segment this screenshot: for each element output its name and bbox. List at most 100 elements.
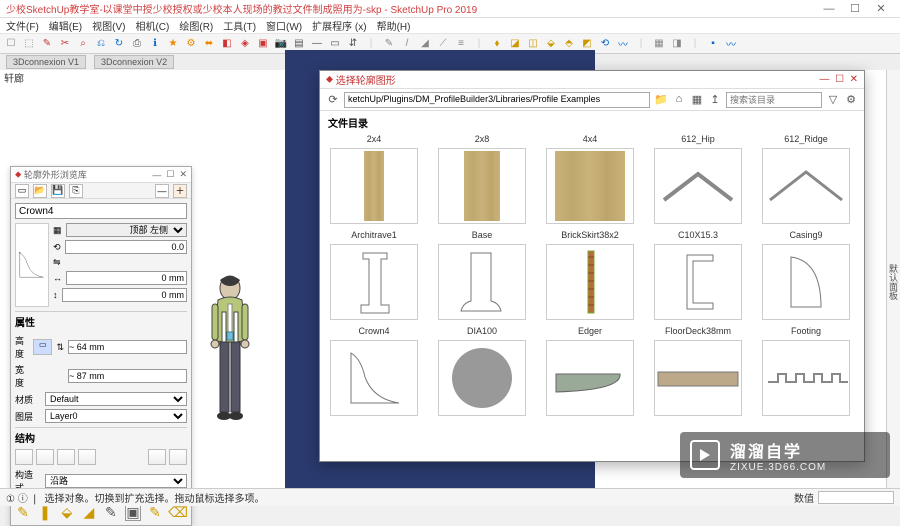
tool-5[interactable]: ⎌ [94, 37, 108, 51]
tool-8[interactable]: ℹ [148, 37, 162, 51]
status-icons[interactable]: ① ⓘ ❘ [6, 490, 39, 505]
item-base[interactable] [438, 244, 526, 320]
home-icon[interactable]: ⌂ [672, 93, 686, 107]
item-c10x153[interactable] [654, 244, 742, 320]
window-close-button[interactable]: ✕ [868, 2, 894, 15]
item-2x4[interactable] [330, 148, 418, 224]
tool-36[interactable]: ▦ [652, 37, 666, 51]
refresh-icon[interactable]: ⟳ [326, 93, 340, 107]
profile-name-input[interactable] [15, 203, 187, 219]
menu-file[interactable]: 文件(F) [6, 18, 39, 33]
line-icon[interactable]: / [400, 37, 414, 51]
pd-del[interactable]: — [155, 184, 169, 198]
tool-23[interactable]: ◢ [418, 37, 432, 51]
filter-icon[interactable]: ▽ [826, 93, 840, 107]
tool-3[interactable]: ✂ [58, 37, 72, 51]
camera-icon[interactable]: 📷 [274, 37, 288, 51]
tool-37[interactable]: ◨ [670, 37, 684, 51]
ld-min-icon[interactable]: — [820, 74, 830, 85]
item-4x4[interactable] [546, 148, 634, 224]
s6[interactable] [169, 449, 187, 465]
item-casing9[interactable] [762, 244, 850, 320]
menu-draw[interactable]: 绘图(R) [179, 18, 213, 33]
item-footing[interactable] [762, 340, 850, 416]
pd-add[interactable]: ＋ [173, 184, 187, 198]
pencil-icon[interactable]: ✎ [382, 37, 396, 51]
tab-3dconn-2[interactable]: 3Dconnexion V2 [94, 55, 174, 69]
tool-40[interactable]: 〰 [724, 37, 738, 51]
gear-icon[interactable]: ⚙ [844, 93, 858, 107]
item-brickskirt[interactable] [546, 244, 634, 320]
profile-dialog-title[interactable]: ⬥ 轮廓外形浏览库 — ☐ ✕ [11, 167, 191, 183]
grid-icon[interactable]: ▦ [690, 93, 704, 107]
menu-tools[interactable]: 工具(T) [223, 18, 256, 33]
tool-32[interactable]: ◩ [580, 37, 594, 51]
tool-31[interactable]: ⬘ [562, 37, 576, 51]
offx-input[interactable] [66, 271, 187, 285]
menu-window[interactable]: 窗口(W) [266, 18, 302, 33]
tool-0[interactable]: ☐ [4, 37, 18, 51]
tool-30[interactable]: ⬙ [544, 37, 558, 51]
s5[interactable] [148, 449, 166, 465]
layer-select[interactable]: Layer0 [45, 409, 187, 423]
tool-18[interactable]: ▭ [328, 37, 342, 51]
w-input[interactable] [68, 369, 187, 383]
tool-13[interactable]: ◈ [238, 37, 252, 51]
pd-new[interactable]: ▭ [15, 184, 29, 198]
up-icon[interactable]: ↥ [708, 93, 722, 107]
menu-extensions[interactable]: 扩展程序 (x) [312, 18, 366, 33]
h-input[interactable] [68, 340, 187, 354]
item-dia100[interactable] [438, 340, 526, 416]
material-select[interactable]: Default [45, 392, 187, 406]
item-612hip[interactable] [654, 148, 742, 224]
measure-field[interactable] [818, 491, 894, 504]
tool-17[interactable]: — [310, 37, 324, 51]
hbtn[interactable]: ▭ [33, 339, 52, 355]
tool-29[interactable]: ◫ [526, 37, 540, 51]
pd-save[interactable]: 💾 [51, 184, 65, 198]
search-input[interactable] [726, 92, 822, 108]
library-title[interactable]: ⬥ 选择轮廓图形 — ☐ ✕ [320, 71, 864, 89]
rot-input[interactable] [65, 240, 187, 254]
window-max-button[interactable]: ☐ [842, 2, 868, 15]
link-icon[interactable]: ⇅ [56, 342, 64, 353]
placement-select[interactable]: 顶部 左侧 [66, 223, 187, 237]
s1[interactable] [15, 449, 33, 465]
item-612ridge[interactable] [762, 148, 850, 224]
tool-9[interactable]: ★ [166, 37, 180, 51]
s3[interactable] [57, 449, 75, 465]
tool-33[interactable]: ⟲ [598, 37, 612, 51]
folder-icon[interactable]: 📁 [654, 93, 668, 107]
s4[interactable] [78, 449, 96, 465]
tool-1[interactable]: ⬚ [22, 37, 36, 51]
pd-saveas[interactable]: ⎘ [69, 184, 83, 198]
tool-27[interactable]: ⬧ [490, 37, 504, 51]
tool-12[interactable]: ◧ [220, 37, 234, 51]
tool-14[interactable]: ▣ [256, 37, 270, 51]
pd-open[interactable]: 📂 [33, 184, 47, 198]
item-floordeck[interactable] [654, 340, 742, 416]
tool-7[interactable]: ⎙ [130, 37, 144, 51]
mode-select[interactable]: 沿路 [45, 474, 187, 488]
item-2x8[interactable] [438, 148, 526, 224]
tool-39[interactable]: ▪ [706, 37, 720, 51]
item-edger[interactable] [546, 340, 634, 416]
s2[interactable] [36, 449, 54, 465]
offy-input[interactable] [62, 288, 188, 302]
tool-11[interactable]: ⬌ [202, 37, 216, 51]
menu-camera[interactable]: 相机(C) [135, 18, 169, 33]
tool-10[interactable]: ⚙ [184, 37, 198, 51]
ld-max-icon[interactable]: ☐ [835, 74, 844, 85]
window-min-button[interactable]: — [816, 3, 842, 15]
tool-24[interactable]: ⟋ [436, 37, 450, 51]
default-tray-tab[interactable]: 默认面板 [886, 70, 900, 490]
tool-28[interactable]: ◪ [508, 37, 522, 51]
item-crown4[interactable] [330, 340, 418, 416]
tool-2[interactable]: ✎ [40, 37, 54, 51]
grid-icon[interactable]: ▦ [53, 225, 62, 236]
tool-16[interactable]: ▤ [292, 37, 306, 51]
menu-help[interactable]: 帮助(H) [377, 18, 411, 33]
tool-6[interactable]: ↻ [112, 37, 126, 51]
tool-19[interactable]: ⇵ [346, 37, 360, 51]
pd-close-icon[interactable]: ✕ [179, 169, 187, 180]
